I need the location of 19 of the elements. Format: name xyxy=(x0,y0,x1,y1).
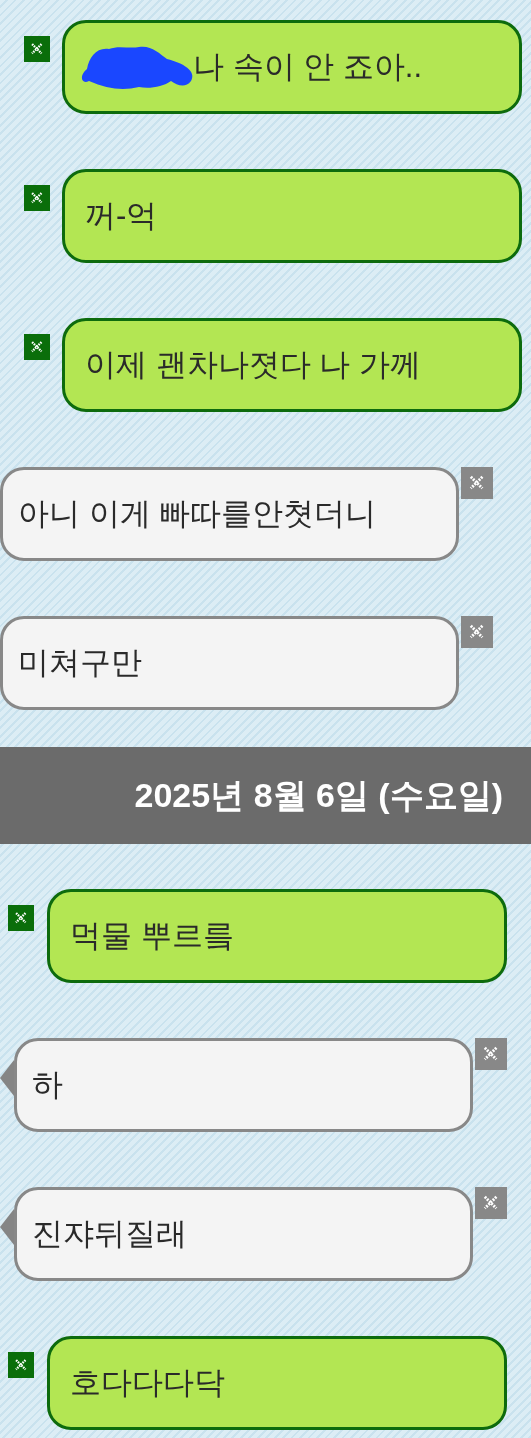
close-icon[interactable] xyxy=(8,1352,34,1378)
message-text: 아니 이게 빠따를안쳣더니 xyxy=(18,494,377,533)
close-icon[interactable] xyxy=(8,905,34,931)
date-header: 2025년 8월 6일 (수요일) xyxy=(134,775,503,816)
close-icon[interactable] xyxy=(461,467,493,499)
close-icon[interactable] xyxy=(475,1187,507,1219)
message-text: 호다다다닥 xyxy=(70,1363,225,1402)
message-text: 먹물 뿌르릌 xyxy=(70,916,234,955)
close-icon[interactable] xyxy=(475,1038,507,1070)
message-text: 미쳐구만 xyxy=(18,643,142,682)
message-text: 진쟈뒤질래 xyxy=(32,1214,187,1253)
message-text: 이제 괜차나졋다 나 가께 xyxy=(85,345,421,384)
close-icon[interactable] xyxy=(24,334,50,360)
close-icon[interactable] xyxy=(24,185,50,211)
close-icon[interactable] xyxy=(461,616,493,648)
message-text: 나 속이 안 죠아.. xyxy=(193,47,423,86)
message-text: 꺼-억 xyxy=(85,196,158,235)
message-text: 하 xyxy=(32,1065,63,1104)
close-icon[interactable] xyxy=(24,36,50,62)
